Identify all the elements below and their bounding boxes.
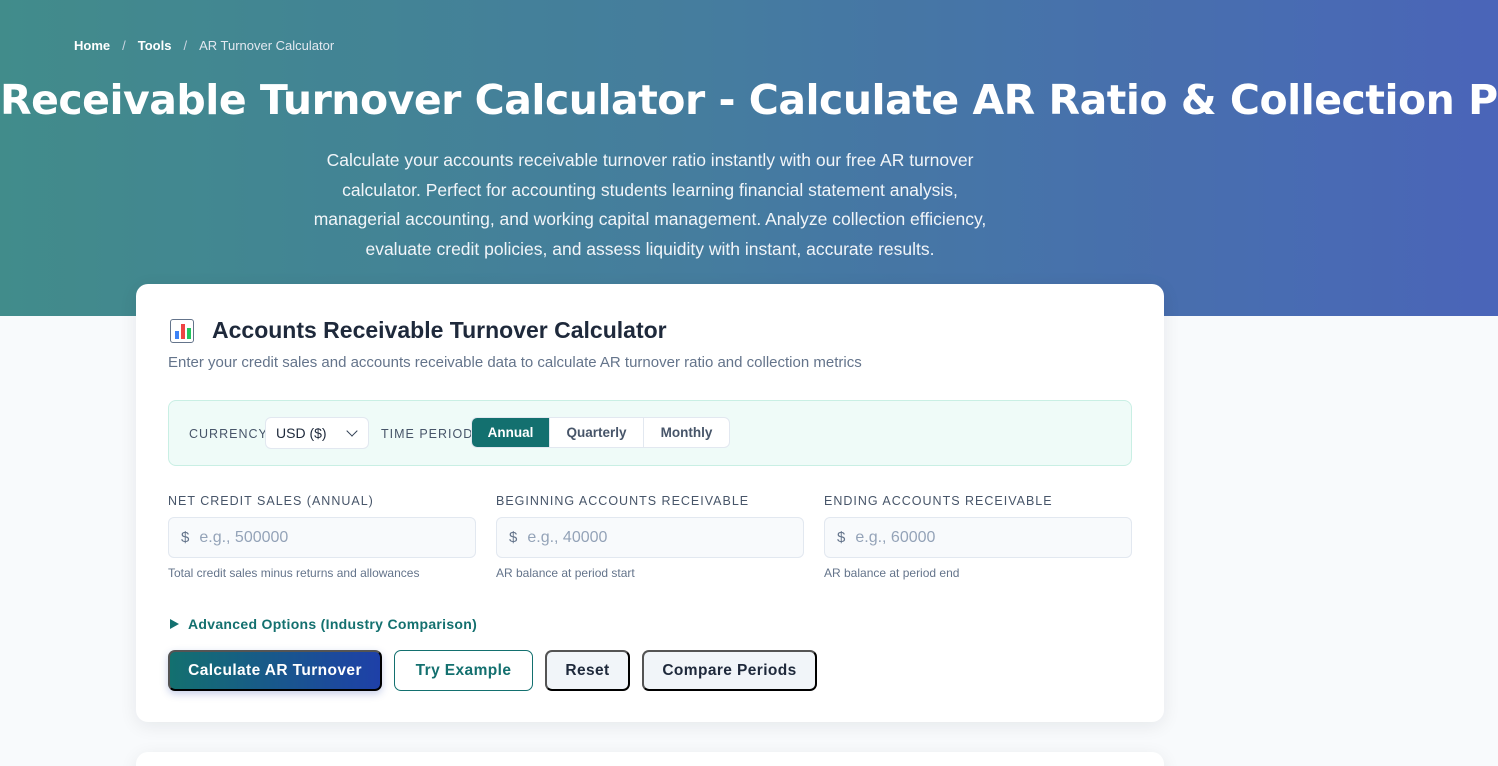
breadcrumb-separator: /	[183, 38, 188, 53]
currency-select-value: USD ($)	[276, 425, 327, 441]
period-option-annual[interactable]: Annual	[472, 418, 550, 447]
currency-symbol: $	[181, 529, 190, 546]
try-example-button[interactable]: Try Example	[394, 650, 533, 691]
currency-symbol: $	[837, 529, 846, 546]
beginning-ar-label: BEGINNING ACCOUNTS RECEIVABLE	[496, 494, 750, 508]
page-title: Receivable Turnover Calculator - Calcula…	[0, 76, 1498, 124]
time-period-toggle: Annual Quarterly Monthly	[471, 417, 730, 448]
net-credit-sales-label: NET CREDIT SALES (ANNUAL)	[168, 494, 374, 508]
calculator-subtitle: Enter your credit sales and accounts rec…	[168, 354, 862, 371]
page-description: Calculate your accounts receivable turno…	[313, 150, 987, 259]
net-credit-sales-input[interactable]	[199, 528, 460, 547]
calculator-card: Accounts Receivable Turnover Calculator …	[136, 284, 1164, 722]
ending-ar-hint: AR balance at period end	[824, 566, 960, 580]
ending-ar-field: ENDING ACCOUNTS RECEIVABLE $ AR balance …	[824, 494, 1132, 580]
currency-select[interactable]: USD ($)	[265, 417, 369, 449]
net-credit-sales-field: NET CREDIT SALES (ANNUAL) $ Total credit…	[168, 494, 476, 580]
period-option-monthly[interactable]: Monthly	[644, 418, 729, 447]
time-period-label: TIME PERIOD	[381, 427, 474, 441]
calculate-button[interactable]: Calculate AR Turnover	[168, 650, 382, 691]
beginning-ar-field: BEGINNING ACCOUNTS RECEIVABLE $ AR balan…	[496, 494, 804, 580]
bar-chart-icon	[170, 318, 194, 343]
chevron-down-icon	[346, 425, 358, 437]
breadcrumb-tools-link[interactable]: Tools	[138, 38, 172, 53]
currency-symbol: $	[509, 529, 518, 546]
reset-button[interactable]: Reset	[545, 650, 630, 691]
breadcrumb-home-link[interactable]: Home	[74, 38, 110, 53]
compare-periods-button[interactable]: Compare Periods	[642, 650, 817, 691]
settings-panel: CURRENCY USD ($) TIME PERIOD Annual Quar…	[168, 400, 1132, 466]
currency-label: CURRENCY	[189, 427, 268, 441]
calculator-header: Accounts Receivable Turnover Calculator	[170, 317, 667, 344]
breadcrumb-separator: /	[122, 38, 126, 53]
beginning-ar-hint: AR balance at period start	[496, 566, 635, 580]
breadcrumb: Home / Tools / AR Turnover Calculator	[74, 38, 334, 53]
caret-right-icon	[170, 619, 179, 629]
advanced-options-label: Advanced Options (Industry Comparison)	[188, 616, 478, 632]
period-option-quarterly[interactable]: Quarterly	[550, 418, 644, 447]
results-card	[136, 752, 1164, 766]
ending-ar-label: ENDING ACCOUNTS RECEIVABLE	[824, 494, 1053, 508]
breadcrumb-current: AR Turnover Calculator	[199, 38, 335, 53]
beginning-ar-input-box: $	[496, 517, 804, 558]
advanced-options-toggle[interactable]: Advanced Options (Industry Comparison)	[170, 616, 477, 632]
net-credit-sales-hint: Total credit sales minus returns and all…	[168, 566, 420, 580]
calculator-title: Accounts Receivable Turnover Calculator	[212, 317, 667, 343]
ending-ar-input[interactable]	[855, 528, 1116, 547]
ending-ar-input-box: $	[824, 517, 1132, 558]
hero-banner: Home / Tools / AR Turnover Calculator Re…	[0, 0, 1498, 316]
beginning-ar-input[interactable]	[527, 528, 788, 547]
net-credit-sales-input-box: $	[168, 517, 476, 558]
